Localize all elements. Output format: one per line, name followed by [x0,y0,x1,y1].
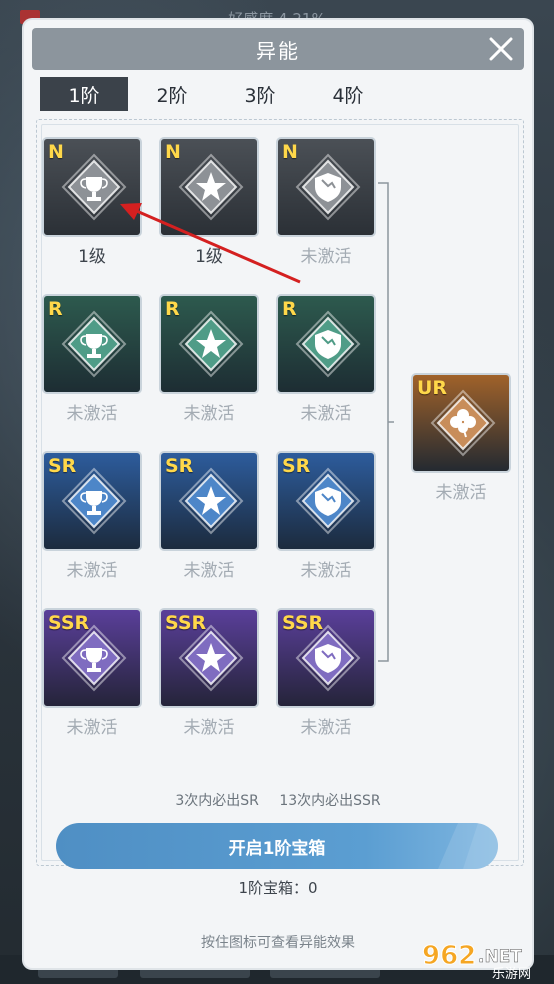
guarantee-hint: 3次内必出SR 13次内必出SSR [24,790,532,810]
ability-card-r-2[interactable]: R [159,294,259,394]
ability-status: 未激活 [66,561,118,581]
modal-title: 异能 [256,38,300,63]
trophy-icon [59,465,129,545]
tab-tier-4[interactable]: 4阶 [304,77,392,111]
watermark-suffix: .NET [478,947,522,967]
trophy-icon [59,151,129,231]
ability-status: 未激活 [183,404,235,424]
star-icon [176,151,246,231]
shield-icon [293,465,363,545]
ability-card-ssr-1[interactable]: SSR [42,608,142,708]
ability-card-sr-1[interactable]: SR [42,451,142,551]
ability-status: 1级 [78,247,106,267]
star-icon [176,308,246,388]
ability-status: 未激活 [183,718,235,738]
shield-icon [293,622,363,702]
ability-status: 1级 [195,247,223,267]
watermark-number: 962 [422,941,476,971]
tab-tier-3[interactable]: 3阶 [216,77,304,111]
ability-status: 未激活 [66,404,118,424]
tab-tier-1[interactable]: 1阶 [40,77,128,111]
open-chest-label: 开启1阶宝箱 [228,838,326,859]
close-icon [489,37,513,61]
merge-bracket [378,182,394,662]
ability-card-ssr-3[interactable]: SSR [276,608,376,708]
ability-card-sr-2[interactable]: SR [159,451,259,551]
ability-card-n-1[interactable]: N [42,137,142,237]
star-icon [176,465,246,545]
ability-card-sr-3[interactable]: SR [276,451,376,551]
watermark-caption: 乐游网 [492,967,531,980]
ability-card-n-2[interactable]: N [159,137,259,237]
ability-card-ssr-2[interactable]: SSR [159,608,259,708]
ability-status: 未激活 [300,561,352,581]
ability-card-n-3[interactable]: N [276,137,376,237]
sr-guarantee-text: 3次内必出SR [175,793,259,809]
ability-card-ur[interactable]: UR [411,373,511,473]
ability-status: 未激活 [300,247,352,267]
ability-status: 未激活 [183,561,235,581]
trophy-icon [59,622,129,702]
site-watermark: 962 .NET 乐游网 [420,938,550,983]
close-button[interactable] [484,32,518,66]
button-decoration [438,823,498,869]
open-chest-button[interactable]: 开启1阶宝箱 [56,823,498,869]
watermark-logo: 962 .NET 乐游网 [422,941,532,983]
ability-modal: 异能 1阶 2阶 3阶 4阶 N 1级 N 1级 N 未激活 R 未激活 R 未激活 R 未激活 SR 未… [24,20,532,968]
ability-status: 未激活 [300,404,352,424]
modal-header: 异能 [32,28,524,70]
star-icon [176,622,246,702]
tier-tabs: 1阶 2阶 3阶 4阶 [40,77,392,111]
shield-icon [293,151,363,231]
ability-card-r-3[interactable]: R [276,294,376,394]
ability-status: 未激活 [300,718,352,738]
shield-icon [293,308,363,388]
trophy-icon [59,308,129,388]
clover-icon [428,387,498,467]
ability-card-r-1[interactable]: R [42,294,142,394]
chest-count: 1阶宝箱：0 [238,879,318,897]
tab-tier-2[interactable]: 2阶 [128,77,216,111]
ssr-guarantee-text: 13次内必出SSR [279,793,381,809]
ability-status: 未激活 [435,483,487,503]
ability-status: 未激活 [66,718,118,738]
